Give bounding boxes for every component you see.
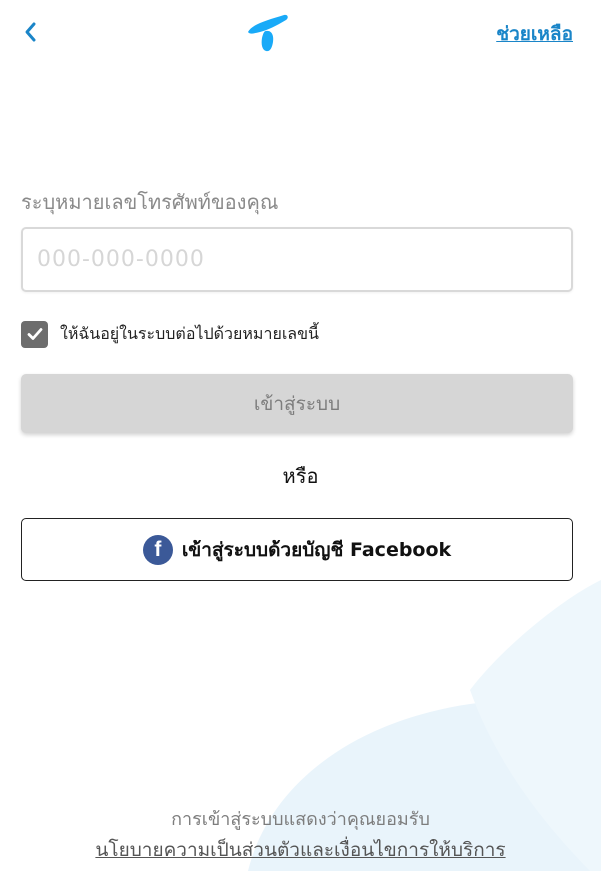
telenor-logo-icon xyxy=(248,14,288,52)
top-bar: ช่วยเหลือ xyxy=(0,0,601,70)
checkmark-icon xyxy=(27,328,42,340)
login-button[interactable]: เข้าสู่ระบบ xyxy=(21,374,573,433)
facebook-login-label: เข้าสู่ระบบด้วยบัญชี Facebook xyxy=(181,538,452,561)
or-divider-text: หรือ xyxy=(282,464,319,488)
privacy-policy-link[interactable]: นโยบายความเป็นส่วนตัวและเงื่อนไขการให้บร… xyxy=(0,835,601,865)
consent-text: การเข้าสู่ระบบแสดงว่าคุณยอมรับ xyxy=(171,809,430,830)
remember-me-row: ให้ฉันอยู่ในระบบต่อไปด้วยหมายเลขนี้ xyxy=(21,320,319,348)
facebook-login-button[interactable]: f เข้าสู่ระบบด้วยบัญชี Facebook xyxy=(21,518,573,581)
help-link[interactable]: ช่วยเหลือ xyxy=(496,19,573,49)
facebook-icon: f xyxy=(142,534,173,565)
remember-me-checkbox[interactable] xyxy=(21,320,48,348)
chevron-left-icon xyxy=(25,22,36,42)
remember-me-label: ให้ฉันอยู่ในระบบต่อไปด้วยหมายเลขนี้ xyxy=(60,323,319,343)
back-button[interactable] xyxy=(14,16,46,48)
phone-number-label: ระบุหมายเลขโทรศัพท์ของคุณ xyxy=(21,190,279,214)
background-logo-watermark xyxy=(248,580,601,871)
phone-number-input[interactable] xyxy=(21,227,573,292)
